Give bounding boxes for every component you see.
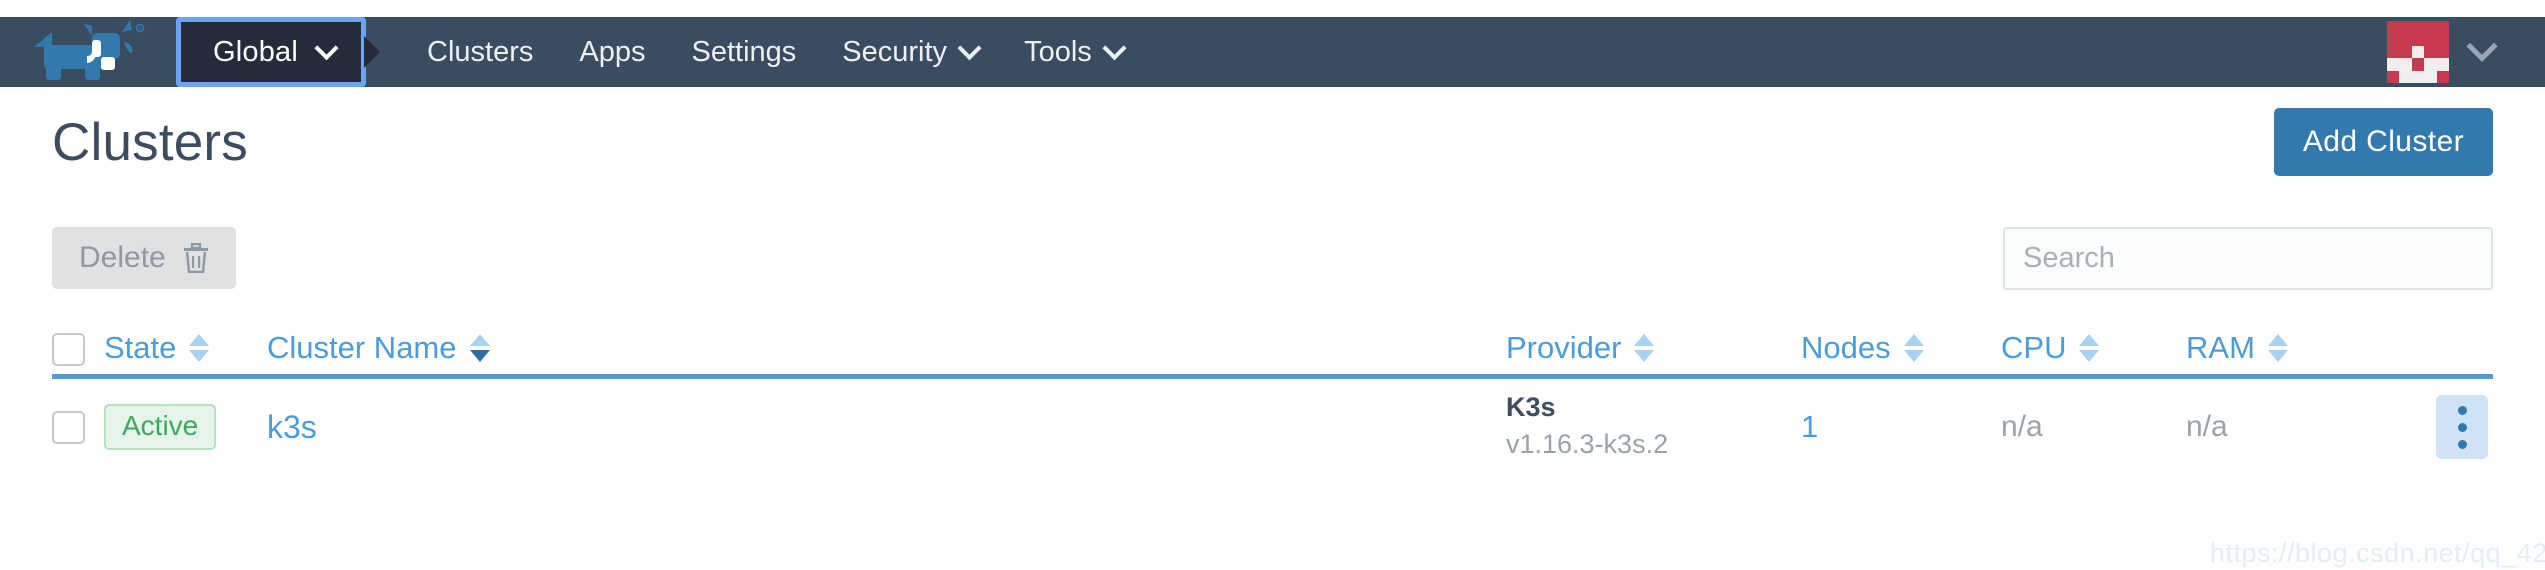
top-navigation-bar: R Global Clusters Apps Settings Security… <box>0 17 2545 87</box>
column-label: Provider <box>1506 330 1622 365</box>
cell-ram: n/a <box>2186 410 2436 444</box>
cell-nodes: 1 <box>1801 409 2001 445</box>
select-all-checkbox[interactable] <box>52 333 85 366</box>
page-content: Clusters Add Cluster Delete State <box>0 87 2545 475</box>
nav-label: Settings <box>691 35 797 68</box>
cell-provider: K3s v1.16.3-k3s.2 <box>1506 390 1801 464</box>
cpu-value: n/a <box>2001 410 2043 443</box>
nav-item-settings[interactable]: Settings <box>669 17 820 87</box>
nav-label: Clusters <box>427 35 534 68</box>
chevron-down-icon <box>957 35 982 60</box>
column-header-nodes: Nodes <box>1801 330 2001 366</box>
chevron-down-icon <box>2466 30 2498 62</box>
add-cluster-button[interactable]: Add Cluster <box>2273 108 2493 176</box>
nav-label: Apps <box>579 35 646 68</box>
column-header-cpu: CPU <box>2001 330 2186 366</box>
column-header-provider: Provider <box>1506 330 1801 366</box>
sort-toggle-icon[interactable] <box>1903 334 1924 362</box>
column-header-ram: RAM <box>2186 330 2436 366</box>
column-header-state: State <box>104 330 267 366</box>
table-row[interactable]: Active k3s K3s v1.16.3-k3s.2 1 n/a n/a <box>52 379 2493 475</box>
page-title: Clusters <box>52 112 248 172</box>
identicon-avatar <box>2387 21 2449 83</box>
cell-actions <box>2436 395 2500 459</box>
page-header-row: Clusters Add Cluster <box>0 87 2545 197</box>
nav-label: Security <box>842 35 948 68</box>
user-menu[interactable] <box>2387 21 2545 83</box>
cell-cpu: n/a <box>2001 410 2186 444</box>
delete-button[interactable]: Delete <box>52 227 236 289</box>
trash-icon <box>183 243 208 273</box>
nav-label: Tools <box>1024 35 1092 68</box>
chevron-down-icon <box>1102 35 1127 60</box>
column-label: Cluster Name <box>267 330 457 365</box>
provider-name: K3s <box>1506 391 1556 422</box>
cluster-name-link[interactable]: k3s <box>267 409 317 445</box>
sort-toggle-icon[interactable] <box>189 334 210 362</box>
select-all-cell <box>52 333 104 366</box>
chevron-down-icon <box>314 35 339 60</box>
table-toolbar: Delete <box>0 219 2545 297</box>
sort-toggle-icon[interactable] <box>2267 334 2288 362</box>
column-label: State <box>104 330 177 365</box>
cluster-scope-label: Global <box>213 35 299 68</box>
column-label: RAM <box>2186 330 2255 365</box>
column-label: Nodes <box>1801 330 1891 365</box>
rancher-logo[interactable]: R <box>6 17 176 87</box>
sort-toggle-icon[interactable] <box>469 334 490 362</box>
nav-item-clusters[interactable]: Clusters <box>404 17 556 87</box>
status-badge: Active <box>104 404 217 450</box>
column-label: CPU <box>2001 330 2067 365</box>
delete-button-label: Delete <box>79 241 166 274</box>
ram-value: n/a <box>2186 410 2228 443</box>
row-checkbox[interactable] <box>52 410 85 444</box>
cell-cluster-name: k3s <box>267 409 1506 446</box>
table-header-row: State Cluster Name Provider Nodes CPU RA… <box>52 307 2493 379</box>
nav-item-tools[interactable]: Tools <box>1001 17 1146 87</box>
svg-text:R: R <box>138 27 142 33</box>
kebab-menu-icon[interactable] <box>2436 395 2488 459</box>
sort-toggle-icon[interactable] <box>2079 334 2100 362</box>
watermark: https://blog.csdn.net/qq_42206813 <box>2210 538 2545 568</box>
cell-state: Active <box>104 404 267 450</box>
column-header-cluster-name: Cluster Name <box>267 330 1506 366</box>
cluster-scope-picker[interactable]: Global <box>176 17 381 87</box>
nav-item-security[interactable]: Security <box>819 17 1001 87</box>
search-input[interactable] <box>2003 226 2493 290</box>
nodes-count-link[interactable]: 1 <box>1801 409 1818 444</box>
nav-item-apps[interactable]: Apps <box>556 17 668 87</box>
provider-version: v1.16.3-k3s.2 <box>1506 428 1669 459</box>
sort-toggle-icon[interactable] <box>1634 334 1655 362</box>
row-select-cell <box>52 410 104 444</box>
clusters-table: State Cluster Name Provider Nodes CPU RA… <box>0 307 2545 475</box>
main-nav: Clusters Apps Settings Security Tools <box>404 17 1146 87</box>
picker-pointer-arrow <box>364 36 381 68</box>
